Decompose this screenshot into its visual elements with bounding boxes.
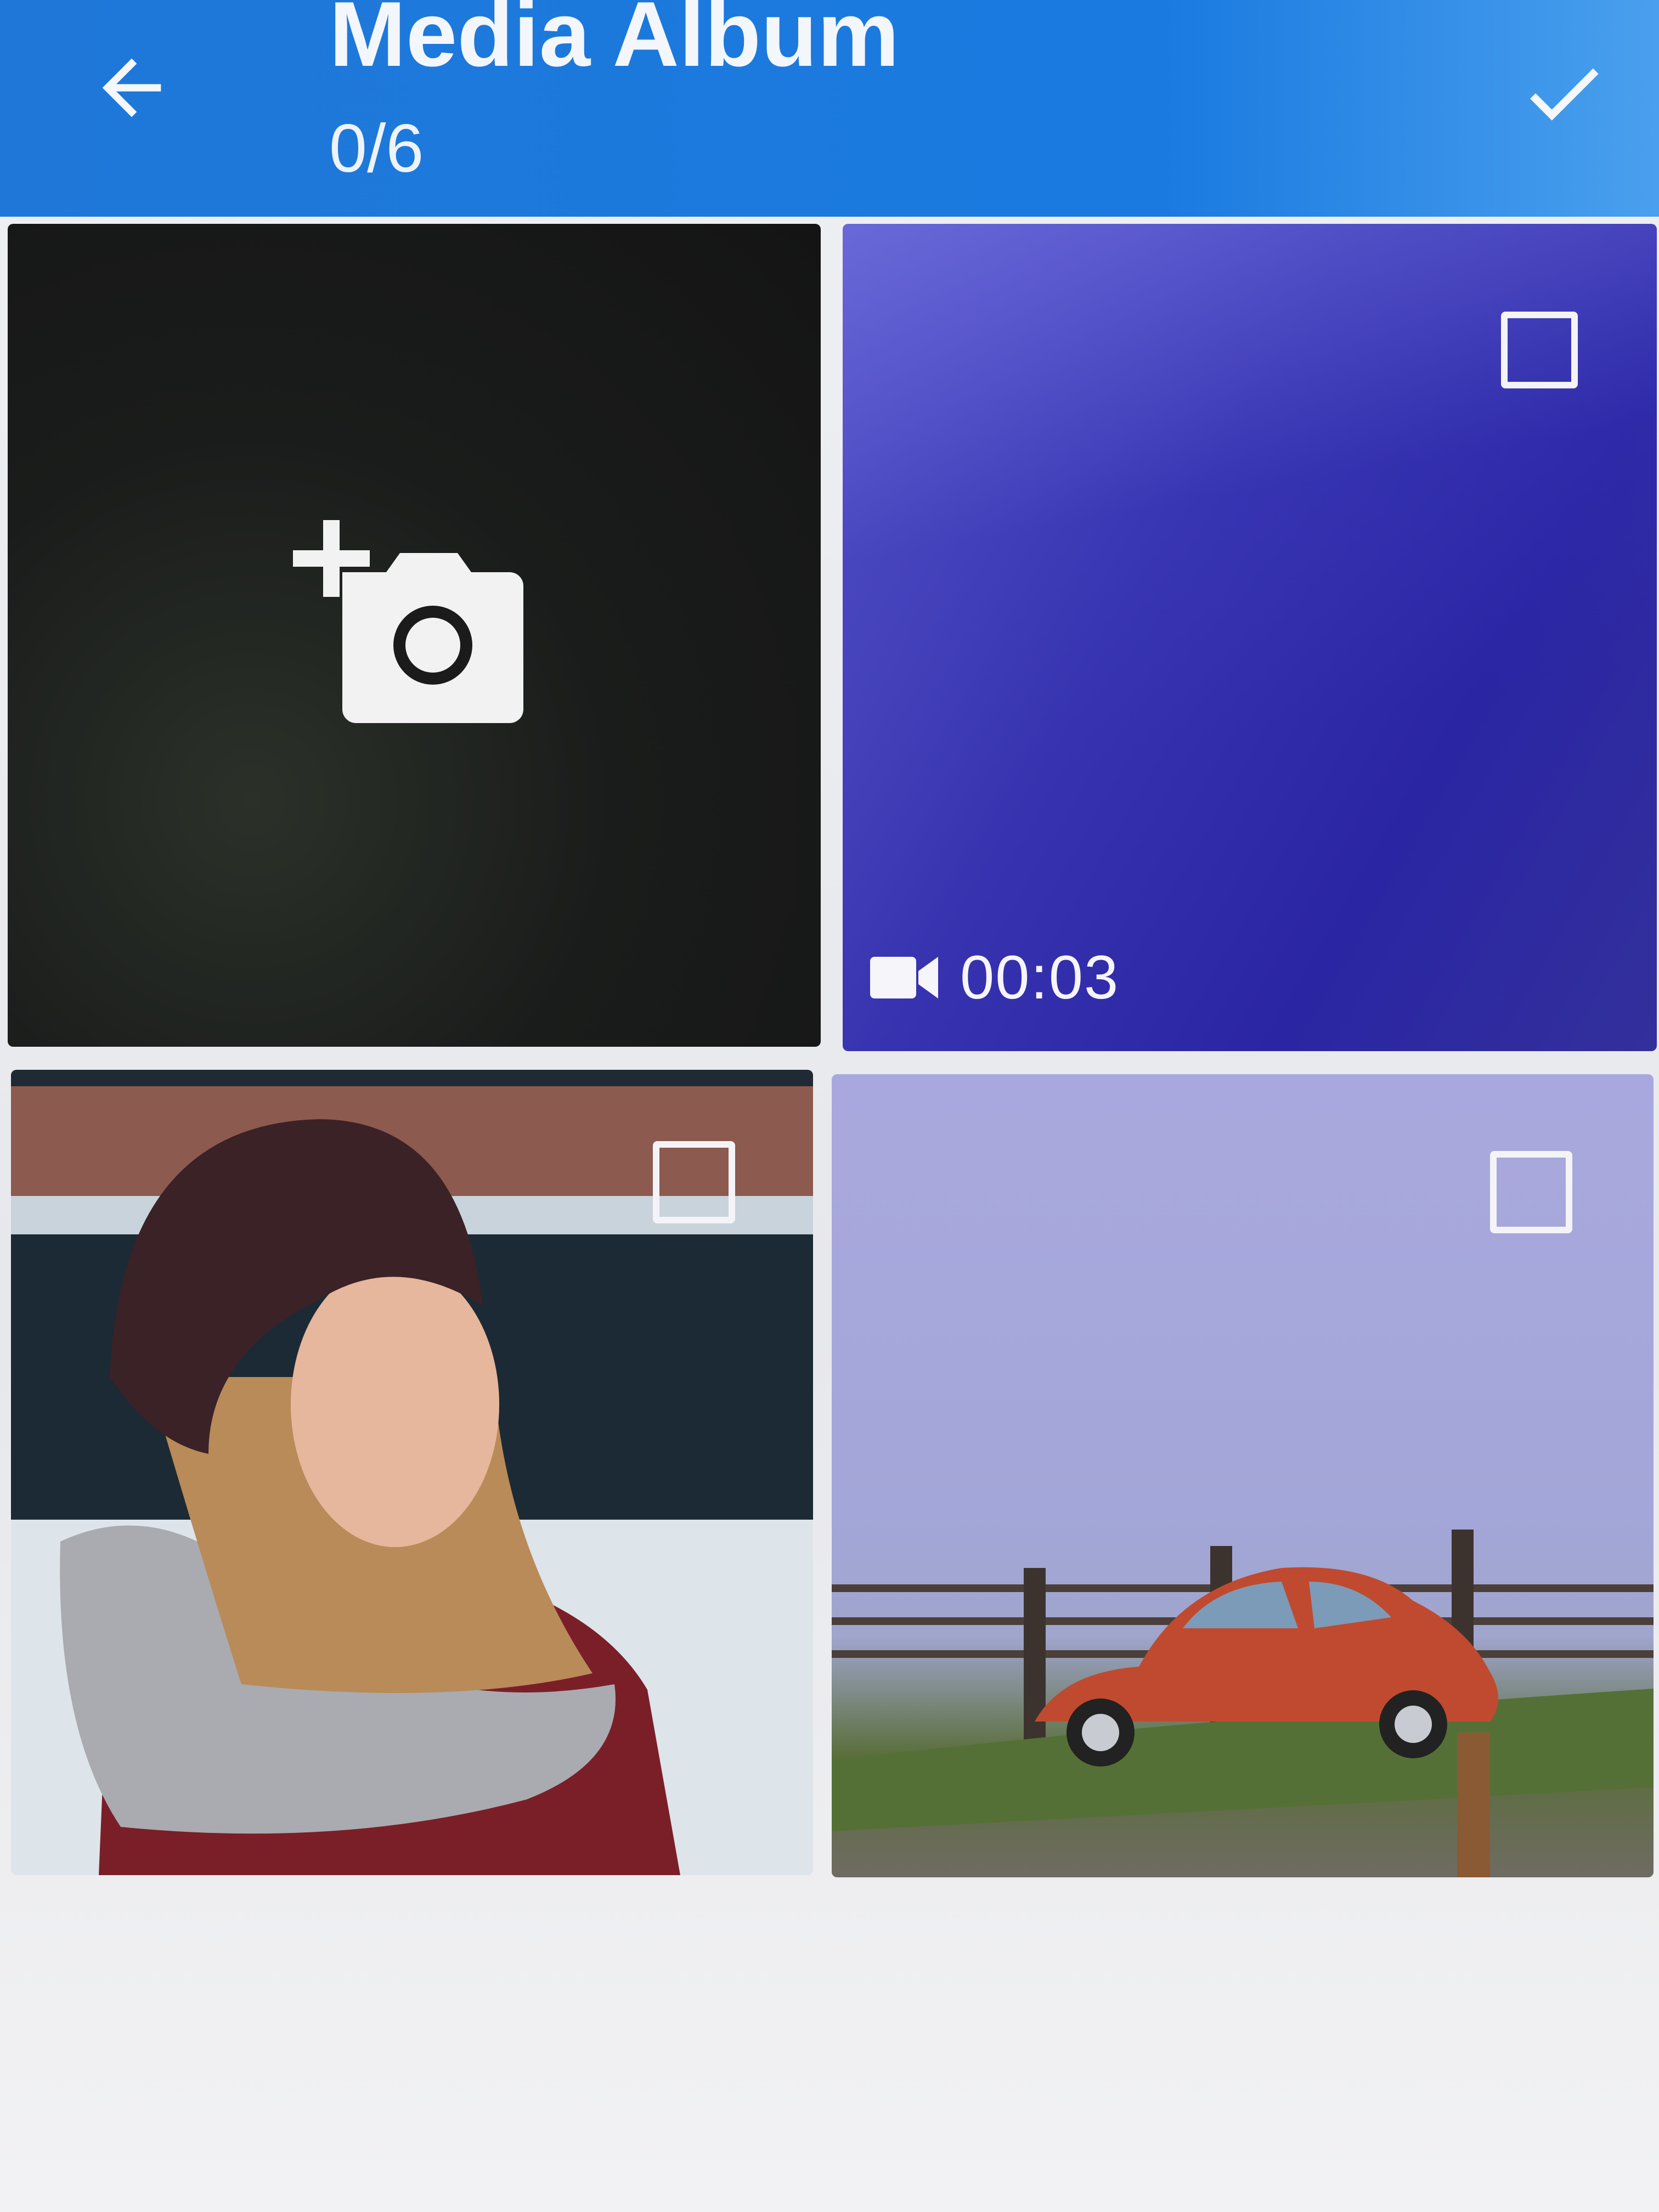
camera-capture-tile[interactable] [8,224,821,1047]
select-checkbox-video[interactable] [1501,312,1578,388]
photo-thumbnail-portrait[interactable] [11,1070,813,1875]
select-checkbox-car[interactable] [1490,1151,1572,1233]
checkmark-icon [1530,68,1599,121]
photo-thumbnail-car[interactable] [832,1074,1654,1877]
selection-count: 0/6 [329,111,424,187]
page-title: Media Album [329,0,900,86]
confirm-button[interactable] [1503,38,1624,148]
media-album-screen: Media Album 0/6 00:03 [0,0,1659,2212]
video-camera-icon [870,956,938,998]
back-button[interactable] [71,33,192,143]
video-meta: 00:03 [870,942,1119,1013]
video-duration: 00:03 [960,943,1120,1012]
arrow-left-icon [102,58,161,117]
video-thumbnail-tile[interactable]: 00:03 [843,224,1657,1051]
add-camera-icon [293,520,523,723]
app-bar: Media Album 0/6 [0,0,1659,217]
select-checkbox-portrait[interactable] [653,1141,735,1223]
